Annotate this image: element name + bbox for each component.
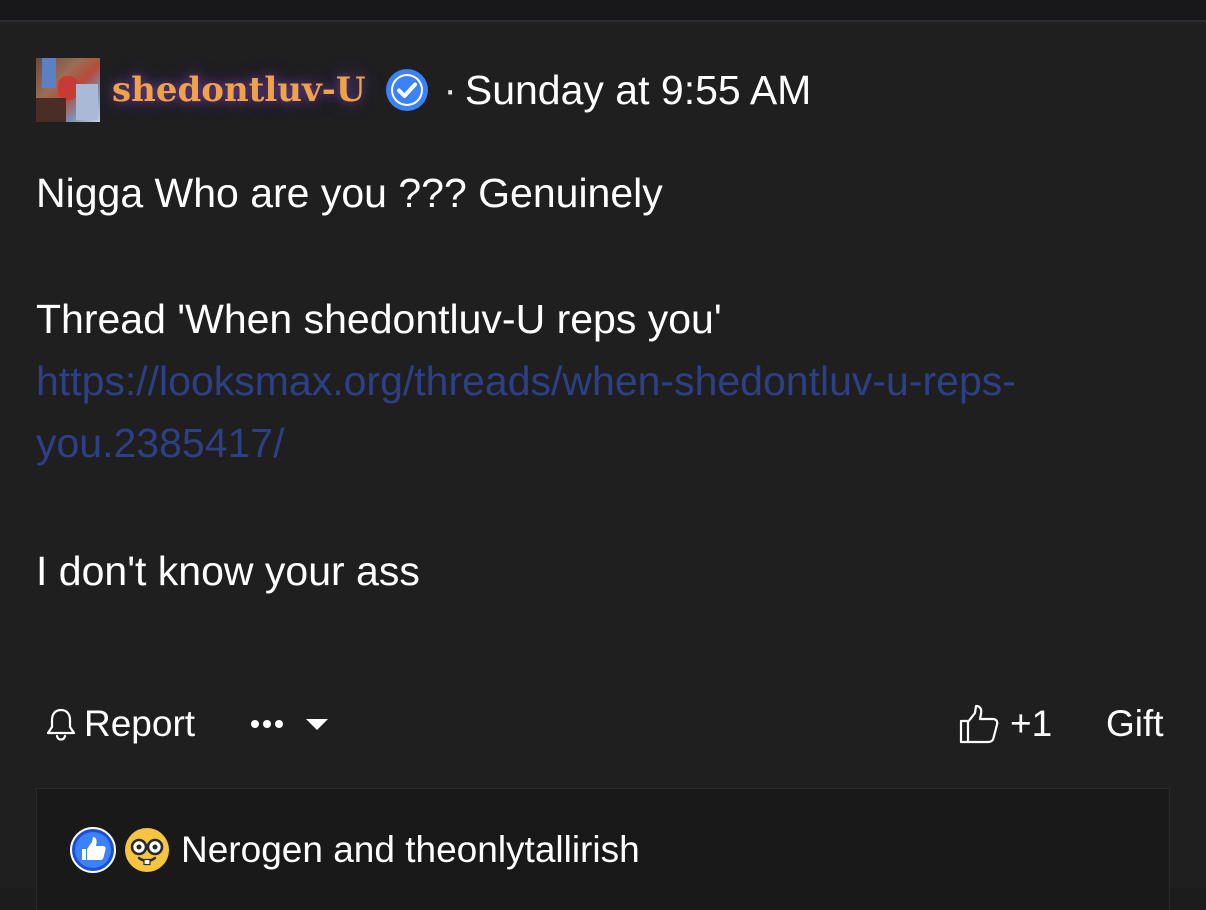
username-link[interactable]: shedontluv-U [112,70,366,110]
gift-label: Gift [1106,703,1164,744]
like-button[interactable]: +1 [958,702,1052,746]
gift-button[interactable]: Gift [1106,702,1164,746]
reactions-row: Nerogen and theonlytallirish [69,825,640,875]
post-timestamp[interactable]: Sunday at 9:55 AM [465,67,811,114]
separator-dot: · [443,67,457,112]
post-actions: Report +1 Gift [36,702,1170,746]
reactions-text: Nerogen and theonlytallirish [181,829,640,870]
reactions-bar[interactable]: Nerogen and theonlytallirish [36,788,1170,910]
top-divider [0,0,1206,22]
thread-link[interactable]: https://looksmax.org/threads/when-shedon… [36,350,1136,474]
report-button[interactable]: Report [44,702,195,746]
more-options-button[interactable] [250,702,330,746]
post-container: shedontluv-U · Sunday at 9:55 AM Nigga W… [0,22,1206,910]
avatar[interactable] [36,58,100,122]
like-reaction-icon [70,827,116,873]
report-label: Report [84,703,196,744]
like-count: +1 [1010,703,1053,744]
thumbs-up-icon [959,704,999,744]
body-line: Nigga Who are you ??? Genuinely [36,170,663,216]
body-line: I don't know your ass [36,548,420,594]
ellipsis-icon [251,720,283,728]
post-header: shedontluv-U · Sunday at 9:55 AM [36,58,811,122]
bell-icon [46,708,76,741]
caret-down-icon [306,719,328,730]
nerd-face-reaction-icon [125,828,169,872]
body-line: Thread 'When shedontluv-U reps you' [36,296,722,342]
verified-badge-icon [385,69,428,111]
